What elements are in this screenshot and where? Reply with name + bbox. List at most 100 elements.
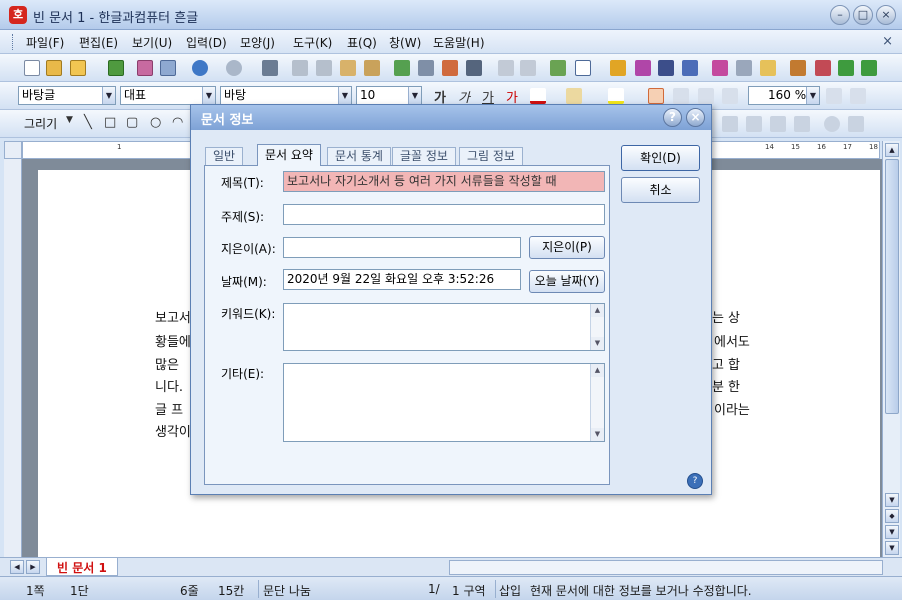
horizontal-scrollbar[interactable] [449,560,883,575]
keyword-scrollbar[interactable]: ▲ ▼ [590,304,604,350]
title-field[interactable]: 보고서나 자기소개서 등 여러 가지 서류들을 작성할 때 [283,171,605,192]
close-button[interactable]: × [876,5,896,25]
formula-icon[interactable] [658,60,674,76]
author-button[interactable]: 지은이(P) [529,236,605,259]
vertical-scrollbar[interactable]: ▲ ▼ ◆ ▼ ▼ [882,141,900,557]
menu-insert[interactable]: 입력(D) [186,34,227,51]
menu-edit[interactable]: 편집(E) [79,34,118,51]
back-icon[interactable] [794,116,810,132]
memo-icon[interactable] [760,60,776,76]
draw-menu[interactable]: 그리기 [24,115,57,132]
scroll-down-icon[interactable]: ▼ [885,493,899,507]
arc-icon[interactable]: ◠ [172,115,183,130]
align-center-icon[interactable] [698,88,714,104]
author-field[interactable] [283,237,521,258]
line-icon[interactable]: ╲ [84,115,92,130]
line-spacing-select[interactable]: 160 % ▼ [748,86,820,105]
language-select[interactable]: 대표 ▼ [120,86,216,105]
keyword-field[interactable]: ▲ ▼ [283,303,605,351]
envelope-icon[interactable] [736,60,752,76]
tab-picture-info[interactable]: 그림 정보 [459,147,523,165]
rotate-icon[interactable] [824,116,840,132]
style-icon[interactable] [442,60,458,76]
document-text[interactable]: 에서도 [714,331,750,350]
link-icon[interactable] [498,60,514,76]
cancel-button[interactable]: 취소 [621,177,700,203]
other-scrollbar[interactable]: ▲ ▼ [590,364,604,441]
scroll-down-icon[interactable]: ▼ [591,337,604,350]
date-field[interactable]: 2020년 9월 22일 화요일 오후 3:52:26 [283,269,521,290]
menu-help[interactable]: 도움말(H) [433,34,485,51]
align-justify-icon[interactable] [648,88,664,104]
unlink-icon[interactable] [520,60,536,76]
rectangle-icon[interactable]: □ [104,115,116,130]
copy-icon[interactable] [316,60,332,76]
tab-next-icon[interactable]: ▶ [26,560,40,574]
tab-font-info[interactable]: 글꼴 정보 [392,147,456,165]
ellipse-icon[interactable]: ○ [150,115,161,130]
tab-blank-document[interactable]: 빈 문서 1 [46,558,118,576]
close-doc-icon[interactable]: × [882,34,893,49]
decrease-indent-icon[interactable] [850,88,866,104]
page-next-icon[interactable]: ▼ [885,541,899,555]
page1-icon[interactable] [838,60,854,76]
scroll-down-icon[interactable]: ▼ [591,428,604,441]
help-icon[interactable]: ? [687,473,703,489]
columns-icon[interactable] [466,60,482,76]
char-map-icon[interactable] [635,60,651,76]
tab-summary[interactable]: 문서 요약 [257,144,321,166]
close-icon[interactable]: × [686,108,705,127]
open-folder-icon[interactable] [70,60,86,76]
ungroup-icon[interactable] [746,116,762,132]
menu-table[interactable]: 표(Q) [347,34,377,51]
chart-icon[interactable] [610,60,626,76]
redo-icon[interactable] [226,60,242,76]
picture-icon[interactable] [550,60,566,76]
front-icon[interactable] [770,116,786,132]
today-button[interactable]: 오늘 날짜(Y) [529,270,605,293]
format-painter-icon[interactable] [364,60,380,76]
document-text[interactable]: 황들에 [155,331,191,350]
template-icon[interactable] [46,60,62,76]
help-icon[interactable]: ? [663,108,682,127]
spell-check-icon[interactable] [394,60,410,76]
highlighter-icon[interactable] [608,88,624,104]
dialog-title-bar[interactable]: 문서 정보 ? × [191,105,711,130]
new-document-icon[interactable] [24,60,40,76]
align-left-icon[interactable] [673,88,689,104]
ok-button[interactable]: 확인(D) [621,145,700,171]
minimize-button[interactable]: – [830,5,850,25]
document-text[interactable]: 많은 [155,354,179,373]
cut-icon[interactable] [292,60,308,76]
paste-icon[interactable] [340,60,356,76]
paragraph-icon[interactable] [418,60,434,76]
tab-prev-icon[interactable]: ◀ [10,560,24,574]
group-icon[interactable] [722,116,738,132]
page2-icon[interactable] [861,60,877,76]
maximize-button[interactable]: □ [853,5,873,25]
undo-icon[interactable] [192,60,208,76]
scroll-up-icon[interactable]: ▲ [591,364,604,377]
tab-statistics[interactable]: 문서 통계 [327,147,391,165]
print-icon[interactable] [137,60,153,76]
scroll-up-icon[interactable]: ▲ [591,304,604,317]
document-text[interactable]: 이라는 [714,399,750,418]
font-color-icon[interactable] [530,88,546,104]
increase-indent-icon[interactable] [826,88,842,104]
font-select[interactable]: 바탕 ▼ [220,86,352,105]
wordart-icon[interactable] [712,60,728,76]
find-icon[interactable] [262,60,278,76]
flip-icon[interactable] [848,116,864,132]
bookmark-icon[interactable] [790,60,806,76]
style-select[interactable]: 바탕글 ▼ [18,86,116,105]
rounded-rect-icon[interactable]: ▢ [126,115,138,130]
symbol-icon[interactable] [682,60,698,76]
document-text[interactable]: 보고서 [155,307,191,326]
menu-window[interactable]: 창(W) [389,34,421,51]
scroll-up-icon[interactable]: ▲ [885,143,899,157]
menu-format[interactable]: 모양(J) [240,34,275,51]
document-text[interactable]: 니다. [155,376,183,395]
menu-file[interactable]: 파일(F) [26,34,64,51]
preview-icon[interactable] [160,60,176,76]
char-shade-icon[interactable] [566,88,582,104]
